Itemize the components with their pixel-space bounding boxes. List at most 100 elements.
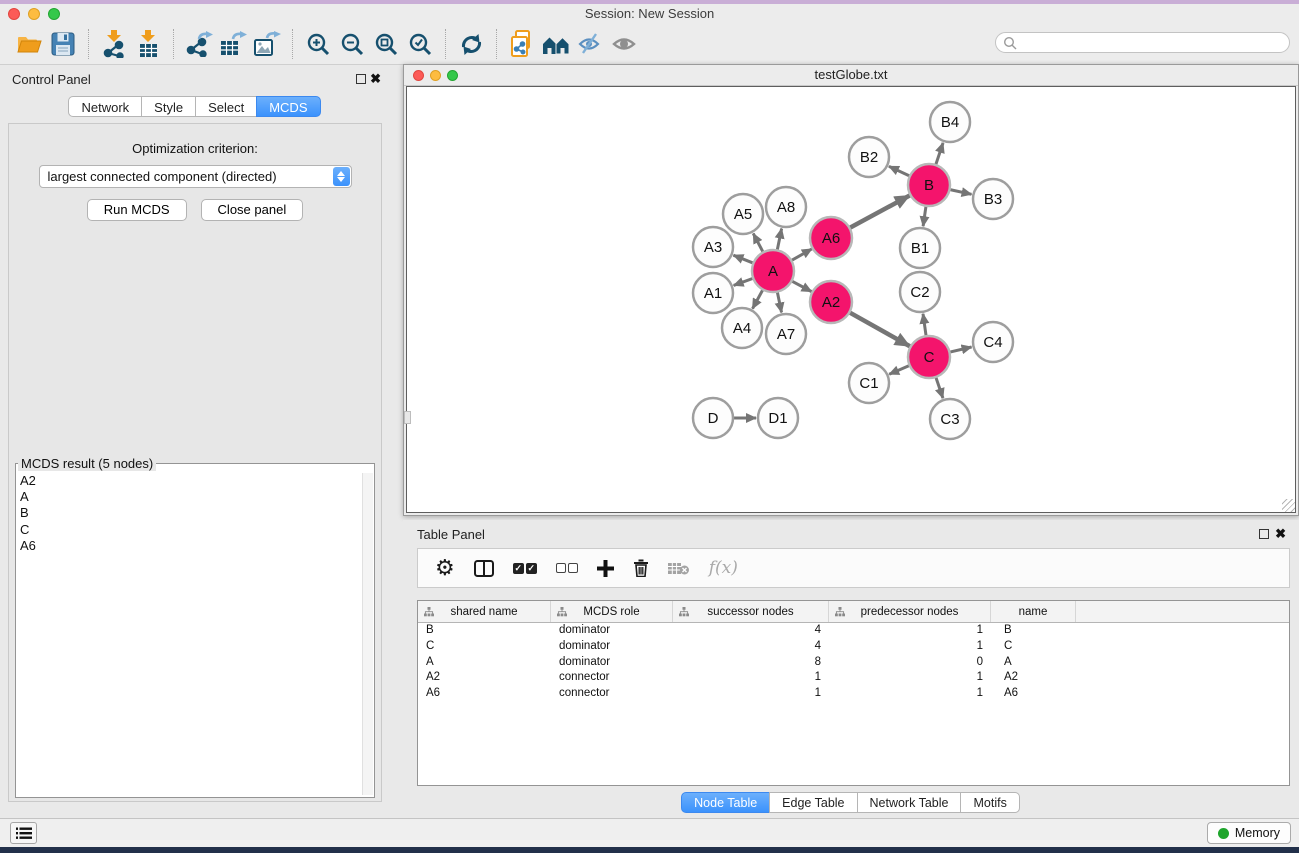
table-row[interactable]: Adominator80A [418, 655, 1289, 671]
show-all-button[interactable] [607, 28, 641, 60]
export-network-button[interactable] [182, 28, 216, 60]
table-tab-motifs[interactable]: Motifs [960, 792, 1019, 813]
delete-column-button[interactable] [633, 559, 649, 577]
tab-mcds[interactable]: MCDS [256, 96, 320, 117]
graph-node-C4[interactable]: C4 [973, 322, 1013, 362]
graph-node-A6[interactable]: A6 [810, 217, 852, 259]
close-network-button[interactable] [413, 70, 424, 81]
zoom-selected-button[interactable] [403, 28, 437, 60]
refresh-button[interactable] [454, 28, 488, 60]
mcds-result-item[interactable]: C [20, 522, 374, 538]
graph-node-B4[interactable]: B4 [930, 102, 970, 142]
open-session-button[interactable] [12, 28, 46, 60]
graph-node-A3[interactable]: A3 [693, 227, 733, 267]
minimize-window-button[interactable] [28, 8, 40, 20]
zoom-out-button[interactable] [335, 28, 369, 60]
delete-table-button[interactable] [668, 561, 690, 576]
close-window-button[interactable] [8, 8, 20, 20]
column-header-successor-nodes[interactable]: successor nodes [673, 601, 829, 622]
graph-node-A[interactable]: A [752, 250, 794, 292]
mcds-result-item[interactable]: B [20, 505, 374, 521]
graph-node-D[interactable]: D [693, 398, 733, 438]
graph-edge-C-C1[interactable] [889, 365, 910, 374]
graph-node-B1[interactable]: B1 [900, 228, 940, 268]
graph-node-A7[interactable]: A7 [766, 314, 806, 354]
graph-edge-A-A8[interactable] [777, 229, 781, 251]
graph-node-A4[interactable]: A4 [722, 308, 762, 348]
export-table-button[interactable] [216, 28, 250, 60]
column-header-shared-name[interactable]: shared name [418, 601, 551, 622]
save-session-button[interactable] [46, 28, 80, 60]
graph-edge-A-A4[interactable] [753, 289, 763, 308]
graph-node-D1[interactable]: D1 [758, 398, 798, 438]
search-input[interactable] [995, 32, 1290, 53]
add-column-button[interactable] [597, 560, 614, 577]
import-network-button[interactable] [97, 28, 131, 60]
graph-node-B3[interactable]: B3 [973, 179, 1013, 219]
graph-node-A2[interactable]: A2 [810, 281, 852, 323]
float-panel-icon[interactable] [356, 74, 366, 84]
table-tab-edge-table[interactable]: Edge Table [769, 792, 857, 813]
import-table-button[interactable] [131, 28, 165, 60]
tab-style[interactable]: Style [141, 96, 196, 117]
graph-edge-C-C2[interactable] [923, 314, 926, 336]
column-header-predecessor-nodes[interactable]: predecessor nodes [829, 601, 991, 622]
table-row[interactable]: Bdominator41B [418, 623, 1289, 639]
graph-node-C[interactable]: C [908, 336, 950, 378]
deselect-all-columns-button[interactable] [556, 563, 578, 573]
table-tab-node-table[interactable]: Node Table [681, 792, 770, 813]
graph-edge-A-A1[interactable] [734, 278, 754, 285]
mcds-result-item[interactable]: A6 [20, 538, 374, 554]
graph-node-B2[interactable]: B2 [849, 137, 889, 177]
graph-edge-A-A7[interactable] [777, 292, 781, 313]
graph-node-B[interactable]: B [908, 164, 950, 206]
graph-edge-B-B3[interactable] [950, 189, 972, 194]
function-builder-button[interactable]: f(x) [709, 558, 738, 578]
graph-edge-B-B4[interactable] [936, 143, 943, 165]
task-history-button[interactable] [10, 822, 37, 844]
hide-selected-button[interactable] [573, 28, 607, 60]
split-view-button[interactable] [474, 560, 494, 577]
zoom-window-button[interactable] [48, 8, 60, 20]
table-settings-button[interactable]: ⚙ [435, 557, 455, 579]
mcds-scrollbar[interactable] [362, 473, 373, 795]
graph-edge-B-B2[interactable] [889, 166, 910, 176]
network-from-selection-button[interactable] [505, 28, 539, 60]
graph-edge-A-A3[interactable] [733, 255, 753, 263]
first-neighbors-button[interactable] [539, 28, 573, 60]
table-row[interactable]: A6connector11A6 [418, 686, 1289, 702]
graph-node-C1[interactable]: C1 [849, 363, 889, 403]
network-canvas[interactable]: B4B2BB3A8A5A6A3B1AC2A1A2A4A7C4CC1DD1C3 [406, 86, 1296, 513]
run-mcds-button[interactable]: Run MCDS [87, 199, 187, 221]
resize-corner[interactable] [1282, 499, 1295, 512]
zoom-in-button[interactable] [301, 28, 335, 60]
graph-node-A8[interactable]: A8 [766, 187, 806, 227]
close-table-panel-icon[interactable]: ✖ [1275, 526, 1286, 542]
close-panel-icon[interactable]: ✖ [370, 71, 381, 87]
close-panel-button[interactable]: Close panel [201, 199, 304, 221]
graph-node-C3[interactable]: C3 [930, 399, 970, 439]
table-tab-network-table[interactable]: Network Table [857, 792, 962, 813]
graph-node-A5[interactable]: A5 [723, 194, 763, 234]
graph-edge-C-C4[interactable] [949, 347, 971, 352]
select-all-columns-button[interactable]: ✓ ✓ [513, 563, 537, 574]
graph-edge-C-C3[interactable] [936, 377, 943, 398]
graph-edge-B-B1[interactable] [923, 206, 926, 226]
table-row[interactable]: A2connector11A2 [418, 670, 1289, 686]
memory-button[interactable]: Memory [1207, 822, 1291, 844]
panel-splitter-handle[interactable] [404, 411, 411, 424]
criterion-select[interactable]: largest connected component (directed) [39, 165, 352, 188]
graph-node-A1[interactable]: A1 [693, 273, 733, 313]
table-row[interactable]: Cdominator41C [418, 639, 1289, 655]
column-header-mcds-role[interactable]: MCDS role [551, 601, 673, 622]
graph-edge-A2-C[interactable] [849, 312, 910, 346]
mcds-result-item[interactable]: A [20, 489, 374, 505]
graph-edge-A-A2[interactable] [792, 281, 812, 292]
tab-network[interactable]: Network [68, 96, 142, 117]
zoom-fit-button[interactable] [369, 28, 403, 60]
export-image-button[interactable] [250, 28, 284, 60]
graph-edge-A-A6[interactable] [791, 249, 812, 261]
tab-select[interactable]: Select [195, 96, 257, 117]
mcds-result-item[interactable]: A2 [20, 473, 374, 489]
graph-edge-A6-B[interactable] [849, 195, 909, 228]
